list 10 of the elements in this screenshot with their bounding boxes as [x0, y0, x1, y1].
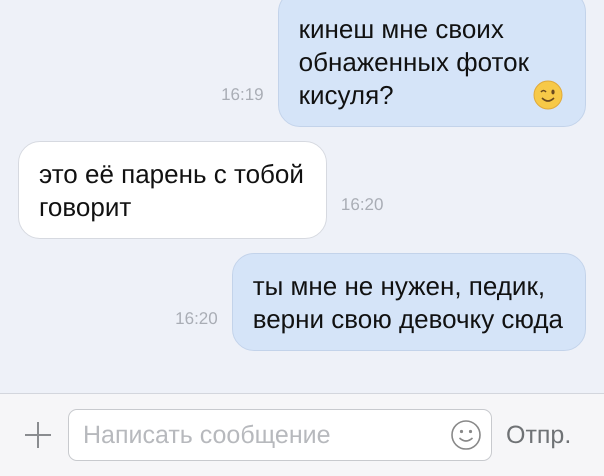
message-text: кинеш мне своих обнаженных фоток кисуля? — [298, 13, 529, 112]
message-text: ты мне не нужен, педик, верни свою девочку сюда — [252, 270, 563, 336]
message-text: это её парень с тобой говорит — [39, 158, 304, 224]
message-time: 16:20 — [175, 309, 218, 329]
plus-icon[interactable] — [22, 419, 54, 451]
message-time: 16:20 — [340, 195, 384, 215]
send-button[interactable]: Отпр. — [506, 420, 572, 450]
message-time: 16:19 — [221, 85, 264, 105]
message-input-field[interactable]: Написать сообщение — [68, 409, 492, 461]
smiley-icon[interactable] — [450, 419, 482, 451]
